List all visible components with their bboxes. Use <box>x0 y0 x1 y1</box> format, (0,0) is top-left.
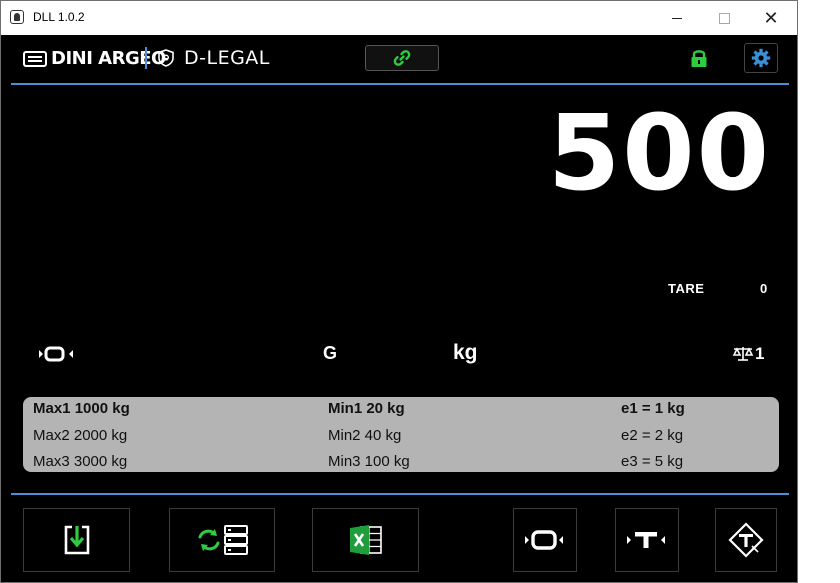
tare-label: TARE <box>668 281 705 296</box>
preset-tare-icon <box>728 522 764 558</box>
max3-text: Max3 3000 kg <box>33 453 128 470</box>
e1-text: e1 = 1 kg <box>621 400 685 417</box>
maximize-icon <box>718 12 730 24</box>
center-of-zero-icon <box>39 346 73 362</box>
download-button[interactable] <box>23 508 130 572</box>
zero-button[interactable] <box>513 508 577 572</box>
e3-text: e3 = 5 kg <box>621 453 684 470</box>
max2-text: Max2 2000 kg <box>33 427 128 444</box>
min1-text: Min1 20 kg <box>328 400 405 417</box>
metrology-info-panel: Max1 1000 kg Min1 20 kg e1 = 1 kg Max2 2… <box>23 397 779 472</box>
app-window: DLL 1.0.2 ✕ DINI ARGEO D-LEGAL 500 TARE … <box>0 0 798 583</box>
maximize-button[interactable] <box>701 1 747 35</box>
close-button[interactable]: ✕ <box>748 1 794 35</box>
download-icon <box>64 525 89 555</box>
app-header: DINI ARGEO D-LEGAL <box>1 35 797 83</box>
gross-indicator: G <box>323 343 338 363</box>
gear-icon <box>751 48 771 68</box>
minimize-button[interactable] <box>654 1 700 35</box>
max1-text: Max1 1000 kg <box>33 400 130 417</box>
scale-indicator: 1 <box>732 344 764 364</box>
brand-dini-text: DINI ARGEO <box>51 48 166 69</box>
zero-icon <box>525 530 563 550</box>
app-icon <box>10 10 24 24</box>
dini-logo-mark-icon <box>23 50 47 67</box>
minimize-icon <box>672 17 682 19</box>
excel-icon <box>349 525 382 555</box>
link-icon <box>393 50 411 66</box>
tare-icon <box>627 532 665 548</box>
toolbar-divider <box>11 493 789 495</box>
unit-indicator: kg <box>453 341 478 364</box>
sync-database-icon <box>198 525 248 555</box>
brand-separator <box>145 47 147 69</box>
shield-icon <box>158 49 174 67</box>
e2-text: e2 = 2 kg <box>621 427 684 444</box>
tare-button[interactable] <box>615 508 679 572</box>
min2-text: Min2 40 kg <box>328 427 402 444</box>
window-title: DLL 1.0.2 <box>33 10 85 24</box>
lock-icon[interactable] <box>689 47 709 69</box>
weight-display: 500 <box>547 92 771 214</box>
scale-icon <box>732 347 754 361</box>
sync-database-button[interactable] <box>169 508 275 572</box>
brand-dlegal-text: D-LEGAL <box>184 47 270 69</box>
scale-number: 1 <box>755 344 765 363</box>
min3-text: Min3 100 kg <box>328 453 410 470</box>
close-icon: ✕ <box>763 7 779 28</box>
connection-link-button[interactable] <box>365 45 439 71</box>
excel-export-button[interactable] <box>312 508 419 572</box>
title-bar: DLL 1.0.2 ✕ <box>1 1 797 35</box>
header-divider <box>11 83 789 85</box>
tare-value: 0 <box>760 281 768 296</box>
preset-tare-button[interactable] <box>715 508 777 572</box>
settings-button[interactable] <box>744 43 778 73</box>
